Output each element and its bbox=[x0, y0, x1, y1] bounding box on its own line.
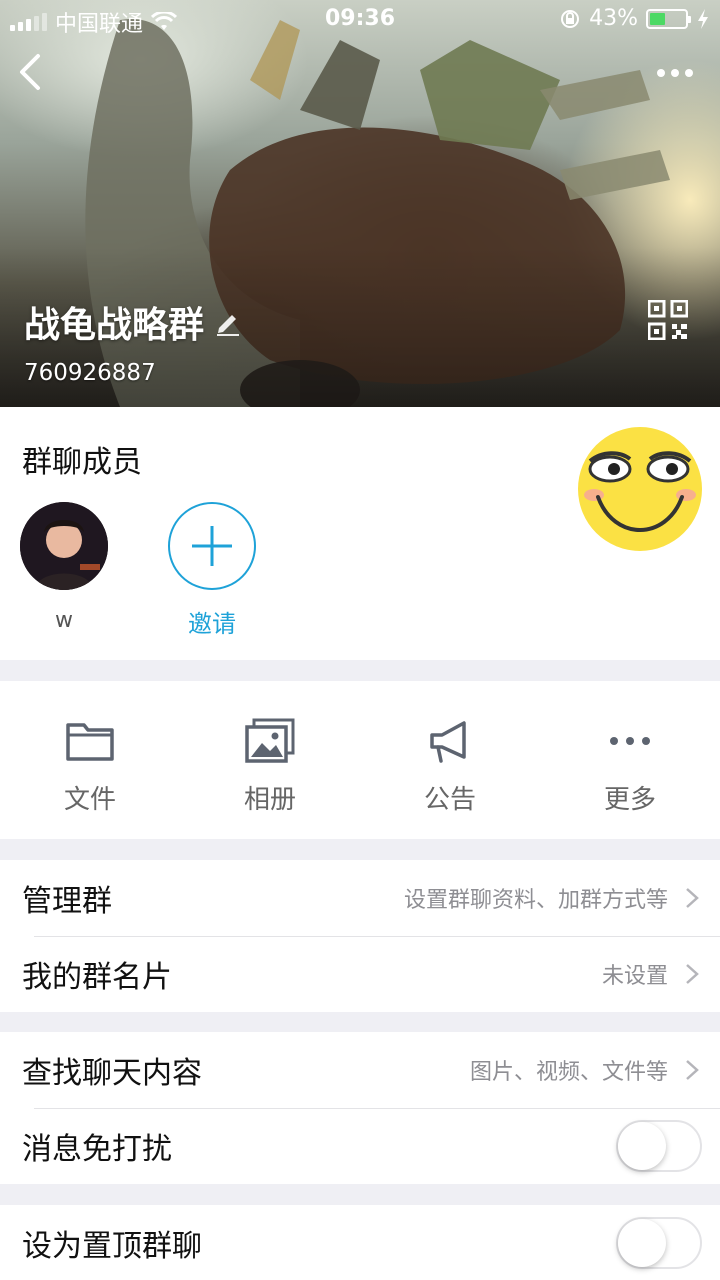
status-bar: 中国联通 09:36 43% bbox=[0, 0, 720, 38]
invite-plus-icon bbox=[168, 502, 256, 590]
edit-pencil-icon[interactable] bbox=[214, 308, 242, 336]
settings-group-pin: 设为置顶群聊 bbox=[0, 1205, 720, 1280]
my-group-card-row[interactable]: 我的群名片 未设置 bbox=[0, 936, 720, 1012]
dot-icon bbox=[685, 69, 693, 77]
feature-files[interactable]: 文件 bbox=[0, 681, 180, 839]
row-label: 查找聊天内容 bbox=[22, 1056, 202, 1091]
row-label: 设为置顶群聊 bbox=[22, 1229, 202, 1264]
row-label: 我的群名片 bbox=[22, 960, 172, 995]
row-value: 图片、视频、文件等 bbox=[469, 1060, 668, 1085]
row-label: 消息免打扰 bbox=[22, 1132, 172, 1167]
feature-label: 更多 bbox=[603, 785, 656, 815]
pin-top-row: 设为置顶群聊 bbox=[0, 1205, 720, 1280]
smirk-emoji-icon bbox=[578, 427, 702, 551]
do-not-disturb-toggle[interactable] bbox=[616, 1120, 702, 1172]
feature-grid: 文件 相册 公告 更多 bbox=[0, 681, 720, 839]
folder-icon bbox=[66, 723, 114, 761]
battery-icon bbox=[646, 8, 691, 29]
invite-button[interactable]: 邀请 bbox=[167, 502, 257, 639]
row-value: 未设置 bbox=[601, 964, 668, 989]
more-options-button[interactable] bbox=[650, 58, 700, 88]
members-title: 群聊成员 bbox=[22, 445, 142, 480]
member-item[interactable]: w bbox=[19, 502, 109, 633]
orientation-lock-icon bbox=[561, 9, 580, 28]
dot-icon bbox=[657, 69, 665, 77]
chevron-right-icon bbox=[686, 1060, 699, 1080]
charging-bolt-icon bbox=[698, 8, 708, 29]
dot-icon bbox=[671, 69, 679, 77]
feature-label: 文件 bbox=[63, 785, 116, 815]
chevron-right-icon bbox=[686, 888, 699, 908]
feature-label: 公告 bbox=[423, 785, 476, 815]
feature-album[interactable]: 相册 bbox=[180, 681, 360, 839]
members-section: 群聊成员 w 邀请 bbox=[0, 407, 720, 660]
group-name-row[interactable]: 战龟战略群 bbox=[24, 296, 242, 348]
feature-announcement[interactable]: 公告 bbox=[360, 681, 540, 839]
invite-label: 邀请 bbox=[188, 610, 236, 638]
feature-label: 相册 bbox=[243, 785, 296, 815]
settings-group-manage: 管理群 设置群聊资料、加群方式等 我的群名片 未设置 bbox=[0, 860, 720, 1012]
battery-percent: 43% bbox=[589, 6, 638, 31]
member-name: w bbox=[55, 608, 73, 633]
row-value: 设置群聊资料、加群方式等 bbox=[403, 888, 668, 913]
do-not-disturb-row: 消息免打扰 bbox=[0, 1108, 720, 1184]
pin-top-toggle[interactable] bbox=[616, 1217, 702, 1269]
avatar bbox=[20, 502, 108, 590]
settings-group-chat: 查找聊天内容 图片、视频、文件等 消息免打扰 bbox=[0, 1032, 720, 1184]
feature-more[interactable]: 更多 bbox=[540, 681, 720, 839]
photo-album-icon bbox=[245, 718, 295, 763]
megaphone-icon bbox=[430, 721, 466, 763]
qr-code-icon[interactable] bbox=[648, 300, 688, 340]
group-name: 战龟战略群 bbox=[24, 305, 205, 346]
search-chat-row[interactable]: 查找聊天内容 图片、视频、文件等 bbox=[0, 1032, 720, 1108]
group-id: 760926887 bbox=[24, 360, 156, 386]
more-dots-icon bbox=[610, 737, 650, 745]
manage-group-row[interactable]: 管理群 设置群聊资料、加群方式等 bbox=[0, 860, 720, 936]
back-chevron-icon[interactable] bbox=[12, 50, 52, 94]
row-label: 管理群 bbox=[22, 884, 112, 919]
chevron-right-icon bbox=[686, 964, 699, 984]
